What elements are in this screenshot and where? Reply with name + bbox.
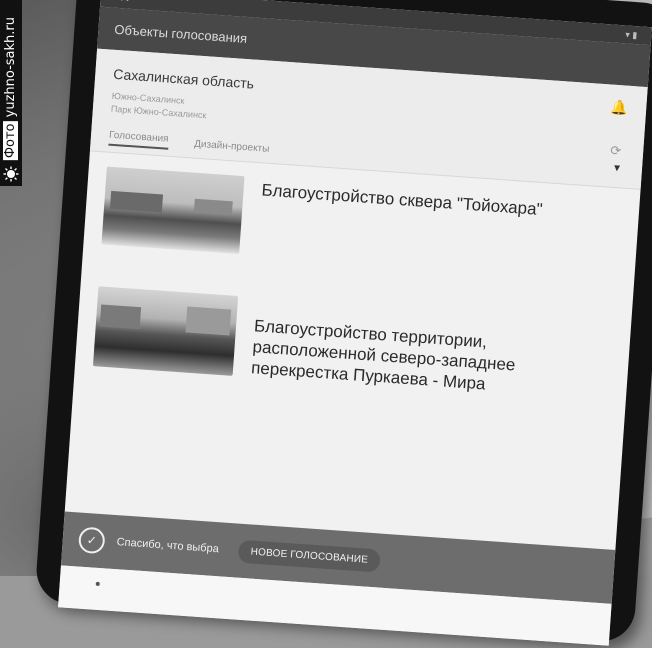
- watermark-photo-label: Фото: [3, 121, 18, 160]
- new-vote-button[interactable]: НОВОЕ ГОЛОСОВАНИЕ: [237, 539, 381, 573]
- bell-icon[interactable]: 🔔: [610, 99, 629, 116]
- status-right: ▾ ▮: [625, 28, 638, 40]
- chevron-down-icon[interactable]: ▼: [612, 163, 623, 175]
- nav-dot[interactable]: [95, 581, 100, 587]
- photo-watermark: Фото yuzhno-sakh.ru: [0, 0, 22, 186]
- toast-message: Спасибо, что выбра: [116, 536, 220, 556]
- thumbnail-building: [109, 190, 164, 213]
- item-thumbnail: [92, 286, 239, 376]
- phone: • • • ▾ ▮ Объекты голосования Сахалинска…: [0, 0, 652, 646]
- item-title: Благоустройство территории, расположенно…: [250, 316, 516, 394]
- phone-screen: • • • ▾ ▮ Объекты голосования Сахалинска…: [58, 0, 652, 646]
- item-title: Благоустройство сквера "Тойохара": [260, 180, 544, 220]
- sun-logo-icon: [3, 166, 19, 182]
- thumbnail-building: [193, 198, 233, 216]
- watermark-text: Фото yuzhno-sakh.ru: [1, 17, 21, 160]
- thumbnail-building: [185, 306, 232, 336]
- tab-design-projects[interactable]: Дизайн-проекты: [194, 138, 270, 154]
- thumbnail-building: [99, 304, 142, 330]
- item-thumbnail: [101, 166, 245, 254]
- watermark-site: yuzhno-sakh.ru: [3, 16, 18, 118]
- app-title: Объекты голосования: [113, 21, 248, 46]
- status-left: • • •: [114, 0, 129, 5]
- check-circle-icon: ✓: [77, 526, 106, 555]
- tab-voting[interactable]: Голосования: [108, 129, 169, 150]
